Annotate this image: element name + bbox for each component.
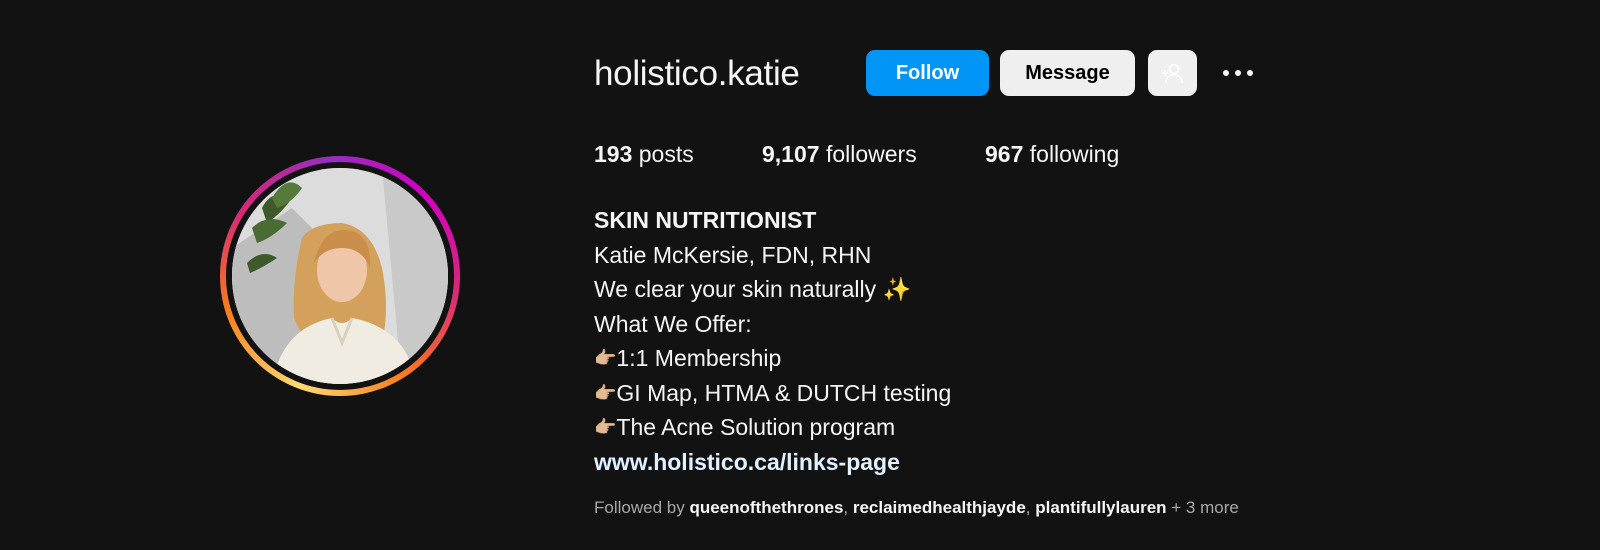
followed-by[interactable]: Followed by queenofthethrones, reclaimed…	[594, 497, 1239, 519]
avatar-photo-image	[232, 168, 448, 384]
bio-offer-text: GI Map, HTMA & DUTCH testing	[616, 379, 952, 406]
followers-count-link[interactable]: 9,107 followers	[762, 138, 917, 170]
following-count-label: following	[1029, 141, 1120, 167]
bio-offer-item: 👉🏼The Acne Solution program	[594, 410, 951, 445]
followed-by-account[interactable]: plantifullylauren	[1035, 498, 1166, 517]
posts-count-label: posts	[638, 141, 694, 167]
following-count-value: 967	[985, 141, 1024, 167]
avatar-ring-gap	[226, 162, 454, 390]
follow-button[interactable]: Follow	[866, 50, 989, 96]
bio-tagline-line: We clear your skin naturally ✨	[594, 272, 951, 307]
message-button[interactable]: Message	[1000, 50, 1135, 96]
followed-by-account[interactable]: queenofthethrones	[689, 498, 843, 517]
bio-name-line: Katie McKersie, FDN, RHN	[594, 241, 872, 268]
posts-count-value: 193	[594, 141, 633, 167]
bio-offer-text: 1:1 Membership	[616, 345, 782, 371]
followers-count-value: 9,107	[762, 141, 820, 167]
pointing-hand-icon: 👉🏼	[594, 382, 617, 403]
bio-website-link[interactable]: www.holistico.ca/links-page	[594, 445, 951, 480]
bio-tagline: We clear your skin naturally	[594, 276, 877, 302]
following-count-link[interactable]: 967 following	[985, 138, 1119, 170]
bio-offer-item: 👉🏼GI Map, HTMA & DUTCH testing	[594, 376, 951, 411]
avatar-story-ring[interactable]	[220, 156, 460, 396]
followed-by-prefix: Followed by	[594, 498, 685, 517]
followed-by-more[interactable]: + 3 more	[1171, 498, 1239, 517]
pointing-hand-icon: 👉🏼	[594, 348, 617, 368]
suggested-accounts-button[interactable]	[1148, 50, 1197, 96]
avatar[interactable]	[232, 168, 448, 384]
profile-username: holistico.katie	[594, 54, 800, 93]
bio-category: SKIN NUTRITIONIST	[594, 207, 817, 233]
posts-count: 193 posts	[594, 138, 694, 170]
more-options-button[interactable]	[1218, 58, 1258, 88]
followed-by-account[interactable]: reclaimedhealthjayde	[853, 498, 1026, 517]
bio-offer-text: The Acne Solution program	[616, 414, 896, 440]
bio-offer-item: 👉🏼1:1 Membership	[594, 341, 951, 376]
profile-bio: SKIN NUTRITIONIST Katie McKersie, FDN, R…	[594, 203, 951, 479]
bio-offer-heading: What We Offer:	[594, 310, 752, 337]
more-options-icon	[1223, 70, 1253, 76]
sparkles-icon: ✨	[882, 276, 912, 302]
followers-count-label: followers	[825, 141, 917, 167]
add-person-icon	[1161, 63, 1183, 84]
pointing-hand-icon: 👉🏼	[594, 417, 617, 437]
